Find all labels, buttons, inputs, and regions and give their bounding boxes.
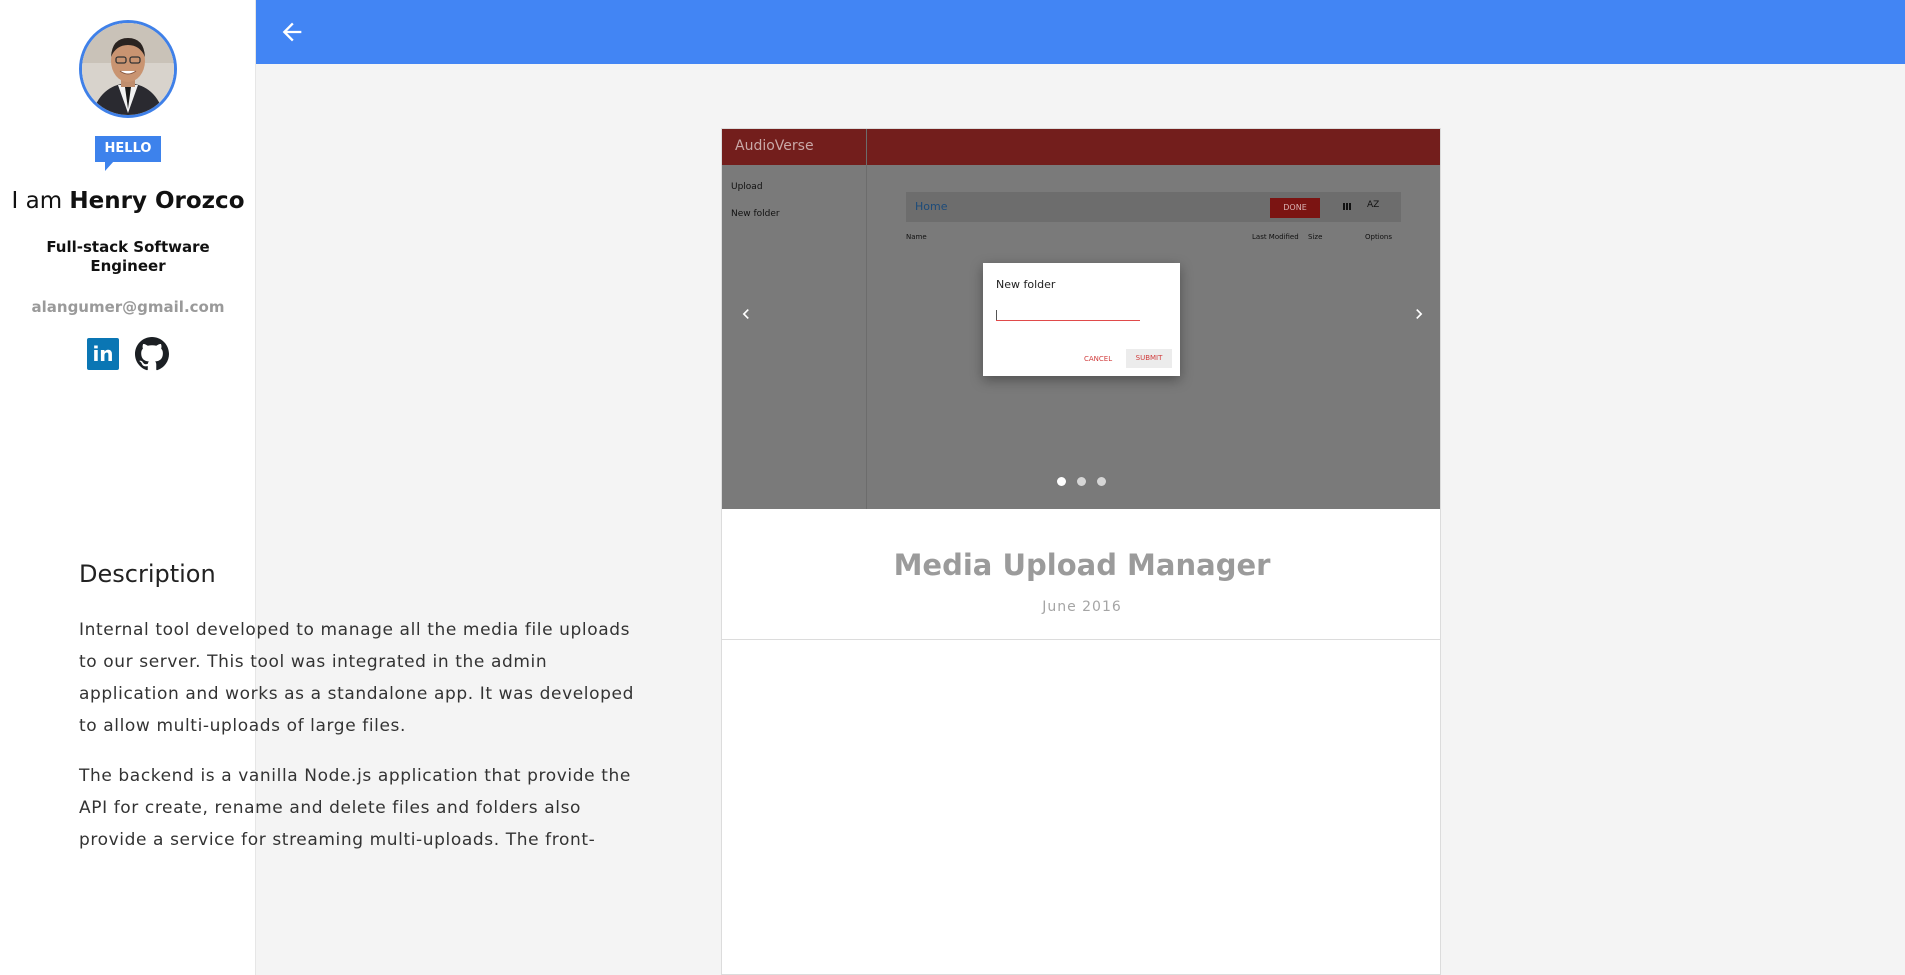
screenshot-sidebar-upload: Upload xyxy=(731,182,763,192)
description-paragraph: Internal tool developed to manage all th… xyxy=(79,620,634,736)
top-app-bar xyxy=(256,0,1905,64)
project-date: June 2016 xyxy=(1042,599,1122,615)
description-heading: Description xyxy=(79,560,216,588)
linkedin-icon[interactable]: in xyxy=(87,338,119,370)
screenshot-toolbar: Home DONE AZ xyxy=(906,192,1401,222)
screenshot-col-name: Name xyxy=(906,233,927,241)
screenshot-new-folder-dialog: New folder CANCEL SUBMIT xyxy=(983,263,1180,376)
image-carousel: AudioVerse Upload New folder Home DONE A… xyxy=(722,129,1440,509)
screenshot-app-bar: AudioVerse xyxy=(722,129,1440,165)
profile-name: Henry Orozco xyxy=(69,188,245,214)
dialog-input xyxy=(996,309,1140,321)
greeting: I am Henry Orozco xyxy=(0,188,256,214)
carousel-dot-3[interactable] xyxy=(1097,477,1106,486)
screenshot-col-last-modified: Last Modified xyxy=(1252,233,1299,241)
description-paragraph: The backend is a vanilla Node.js applica… xyxy=(79,766,631,850)
hello-badge: HELLO xyxy=(95,136,161,171)
profile-role: Full-stack Software Engineer xyxy=(46,238,210,275)
project-description: Description Internal tool developed to m… xyxy=(79,560,649,874)
social-links: in xyxy=(87,337,177,371)
carousel-dot-2[interactable] xyxy=(1077,477,1086,486)
carousel-dot-1[interactable] xyxy=(1057,477,1066,486)
arrow-left-icon[interactable] xyxy=(278,18,306,46)
github-icon[interactable] xyxy=(135,337,169,371)
avatar xyxy=(79,20,177,118)
screenshot-brand: AudioVerse xyxy=(735,138,814,154)
screenshot-breadcrumb: Home xyxy=(915,200,948,213)
screenshot-sidebar-divider xyxy=(866,129,867,509)
chevron-left-icon[interactable] xyxy=(736,304,756,324)
screenshot-sidebar-new-folder: New folder xyxy=(731,209,780,219)
project-title: Media Upload Manager xyxy=(893,548,1271,582)
project-header: Media Upload Manager June 2016 xyxy=(722,509,1440,640)
greeting-prefix: I am xyxy=(11,188,70,214)
sort-az-icon: AZ xyxy=(1367,200,1380,210)
profile-photo xyxy=(82,23,174,115)
dialog-cancel-button: CANCEL xyxy=(1084,355,1113,363)
project-card: AudioVerse Upload New folder Home DONE A… xyxy=(721,128,1441,975)
chevron-right-icon[interactable] xyxy=(1409,304,1429,324)
dialog-submit-button: SUBMIT xyxy=(1126,349,1172,368)
dialog-title: New folder xyxy=(996,278,1056,291)
grid-view-icon xyxy=(1343,203,1352,210)
profile-email[interactable]: alangumer@gmail.com xyxy=(0,298,256,316)
screenshot-col-size: Size xyxy=(1308,233,1323,241)
carousel-indicators xyxy=(1057,477,1107,487)
screenshot-done-button: DONE xyxy=(1270,198,1320,218)
screenshot-col-options: Options xyxy=(1365,233,1393,241)
